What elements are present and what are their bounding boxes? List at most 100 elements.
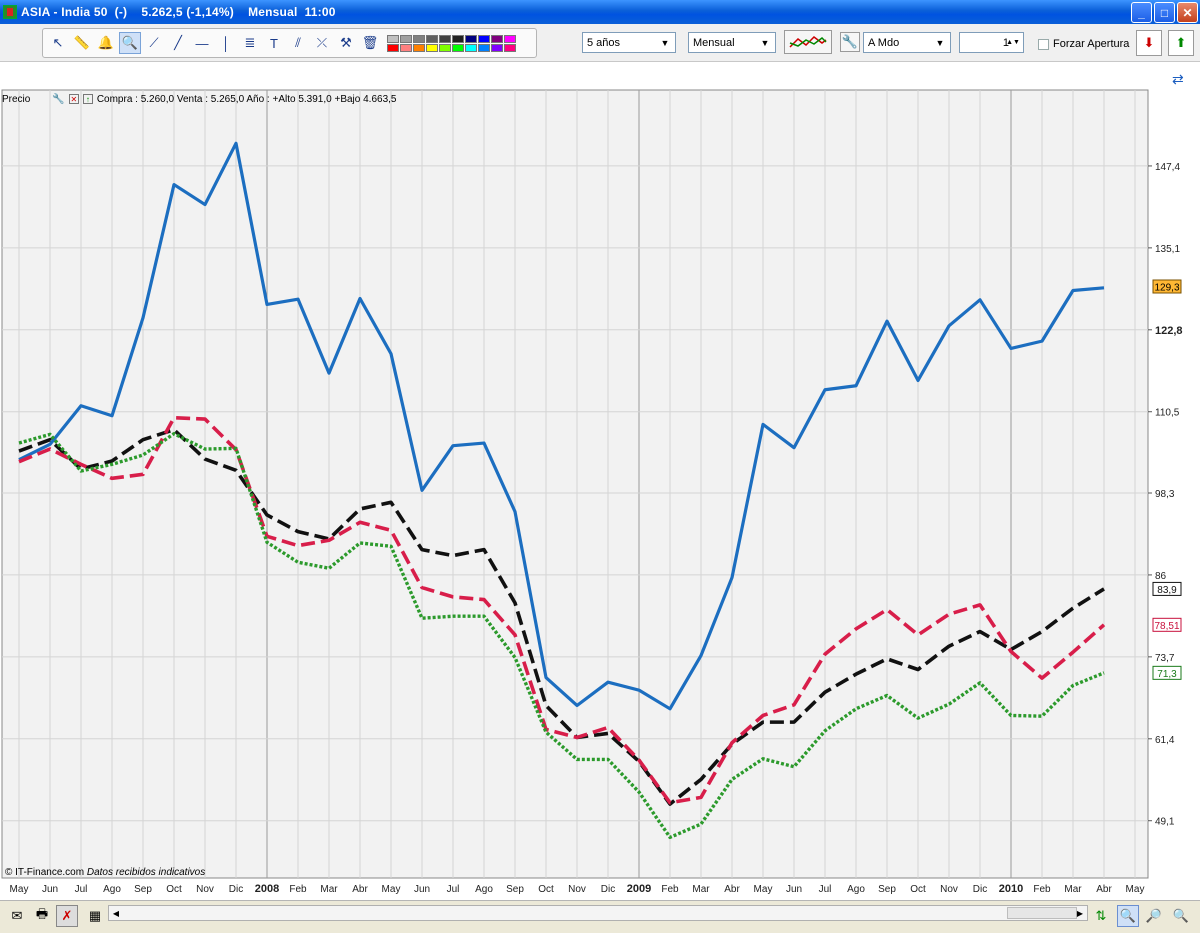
x-tick-label: May <box>1126 884 1145 895</box>
export-icon: ⬇ <box>1143 35 1155 50</box>
color-swatch[interactable] <box>426 43 438 52</box>
color-swatch[interactable] <box>387 43 399 52</box>
chart-mode-icon[interactable]: ⇅ <box>1090 905 1112 927</box>
x-tick-label: Oct <box>538 884 554 895</box>
mail-icon[interactable]: ✉ <box>6 905 28 927</box>
alarm-icon[interactable]: 🔔 <box>95 32 117 54</box>
settings-wrench-button[interactable]: 🔧 <box>840 32 860 52</box>
color-swatch[interactable] <box>426 34 438 43</box>
maximize-button[interactable]: □ <box>1154 2 1175 23</box>
color-swatch[interactable] <box>413 34 425 43</box>
hline-icon[interactable]: — <box>191 32 213 54</box>
forzar-apertura-checkbox[interactable]: Forzar Apertura <box>1038 38 1129 50</box>
toolbar: ↖ 📏 🔔 🔍 ⟋ ╱ — │ ≣ T ⫽ ⤫ ⚒ 🗑 5 años ▼ Men… <box>0 24 1200 62</box>
horizontal-scrollbar[interactable]: ◀ ▶ <box>108 905 1088 921</box>
x-tick-label: Nov <box>196 884 214 895</box>
stepper-arrows-icon: ▲▼ <box>1006 39 1020 46</box>
y-tick-label: 135,1 <box>1155 244 1180 255</box>
x-tick-label: Abr <box>1096 884 1112 895</box>
color-swatch[interactable] <box>387 34 399 43</box>
x-tick-label: Ago <box>847 884 865 895</box>
last-value-label: 71,3 <box>1157 669 1177 680</box>
chart-type-button[interactable] <box>784 30 832 54</box>
add-indicator-icon[interactable]: ↑ <box>82 94 93 104</box>
color-swatch[interactable] <box>465 43 477 52</box>
color-swatch[interactable] <box>400 43 412 52</box>
mode-select[interactable]: A Mdo ▼ <box>863 32 951 53</box>
count-stepper[interactable]: 1 ▲▼ <box>959 32 1024 53</box>
x-tick-label: May <box>382 884 401 895</box>
trash-icon[interactable]: 🗑 <box>359 32 381 54</box>
x-tick-label: May <box>10 884 29 895</box>
zoom-in-icon[interactable]: 🔍 <box>1170 905 1192 927</box>
ruler-icon[interactable]: 📏 <box>71 32 93 54</box>
minimize-button[interactable]: _ <box>1131 2 1152 23</box>
color-swatch[interactable] <box>452 43 464 52</box>
wrench-icon: 🔧 <box>841 34 859 49</box>
zoom-out-icon[interactable]: 🔎 <box>1143 905 1165 927</box>
color-swatch[interactable] <box>452 34 464 43</box>
color-swatch[interactable] <box>478 43 490 52</box>
scroll-right-icon[interactable]: ▶ <box>1073 906 1087 920</box>
scroll-thumb[interactable] <box>1007 907 1077 919</box>
period-select[interactable]: 5 años ▼ <box>582 32 676 53</box>
export-pdf-button[interactable]: ⬇ <box>1136 30 1162 56</box>
color-swatch[interactable] <box>413 43 425 52</box>
y-tick-label: 110,5 <box>1155 408 1180 419</box>
print-icon[interactable]: 🖶 <box>31 905 53 927</box>
x-tick-label: Feb <box>289 884 307 895</box>
color-swatch[interactable] <box>465 34 477 43</box>
color-swatch[interactable] <box>478 34 490 43</box>
y-tick-label: 147,4 <box>1155 162 1180 173</box>
price-chart[interactable]: 49,1 61,4 73,7 86 98,3 110,5 122,8 135,1 147,4 Ma… <box>0 62 1200 900</box>
color-swatch[interactable] <box>400 34 412 43</box>
fan-icon[interactable]: ⤫ <box>311 32 333 54</box>
x-tick-label: Abr <box>724 884 740 895</box>
close-button[interactable]: ✕ <box>1177 2 1198 23</box>
remove-indicator-icon[interactable]: ✕ <box>68 94 79 104</box>
color-swatch[interactable] <box>504 43 516 52</box>
x-tick-label: Feb <box>661 884 679 895</box>
channel-icon[interactable]: ⫽ <box>287 32 309 54</box>
x-tick-label: 2010 <box>999 883 1023 895</box>
x-tick-label: Jun <box>414 884 430 895</box>
y-tick-label: 122,8 <box>1155 325 1183 337</box>
color-swatch[interactable] <box>439 43 451 52</box>
interval-select-value: Mensual <box>693 36 735 49</box>
x-tick-label: Ago <box>475 884 493 895</box>
zoom-icon[interactable]: 🔍 <box>119 32 141 54</box>
zoom-fit-icon[interactable]: 🔍 <box>1117 905 1139 927</box>
color-swatch[interactable] <box>439 34 451 43</box>
fibonacci-icon[interactable]: ≣ <box>239 32 261 54</box>
export-excel-button[interactable]: ⬆ <box>1168 30 1194 56</box>
line-icon[interactable]: ⟋ <box>143 32 165 54</box>
x-tick-label: Sep <box>134 884 152 895</box>
interval-select[interactable]: Mensual ▼ <box>688 32 776 53</box>
x-tick-label: Oct <box>166 884 182 895</box>
info-bar: Precio 🔧 ✕ ↑ Compra : 5.260,0 Venta : 5.… <box>2 92 396 106</box>
wrench-small-icon[interactable]: 🔧 <box>52 94 64 105</box>
color-swatch[interactable] <box>491 34 503 43</box>
color-swatch[interactable] <box>491 43 503 52</box>
pointer-icon[interactable]: ↖ <box>47 32 69 54</box>
chart-area[interactable]: 49,1 61,4 73,7 86 98,3 110,5 122,8 135,1 147,4 Ma… <box>0 62 1200 900</box>
checkbox-box <box>1038 38 1049 50</box>
x-tick-label: Nov <box>568 884 586 895</box>
chevron-down-icon: ▼ <box>660 37 670 48</box>
text-icon[interactable]: T <box>263 32 285 54</box>
y-tick-label: 73,7 <box>1155 653 1175 664</box>
disconnect-icon[interactable]: ✗ <box>56 905 78 927</box>
refresh-axis-icon[interactable]: ⇄ <box>1172 71 1184 87</box>
calculator-icon[interactable]: ▦ <box>84 905 106 927</box>
scroll-left-icon[interactable]: ◀ <box>109 906 123 920</box>
trend-icon[interactable]: ╱ <box>167 32 189 54</box>
forzar-apertura-label: Forzar Apertura <box>1053 38 1130 50</box>
mode-select-value: A Mdo <box>868 36 900 49</box>
chevron-down-icon: ▼ <box>935 37 945 48</box>
vline-icon[interactable]: │ <box>215 32 237 54</box>
x-tick-label: Sep <box>878 884 896 895</box>
x-tick-label: 2008 <box>255 883 279 895</box>
color-swatch[interactable] <box>504 34 516 43</box>
period-select-value: 5 años <box>587 36 621 49</box>
tools-icon[interactable]: ⚒ <box>335 32 357 54</box>
